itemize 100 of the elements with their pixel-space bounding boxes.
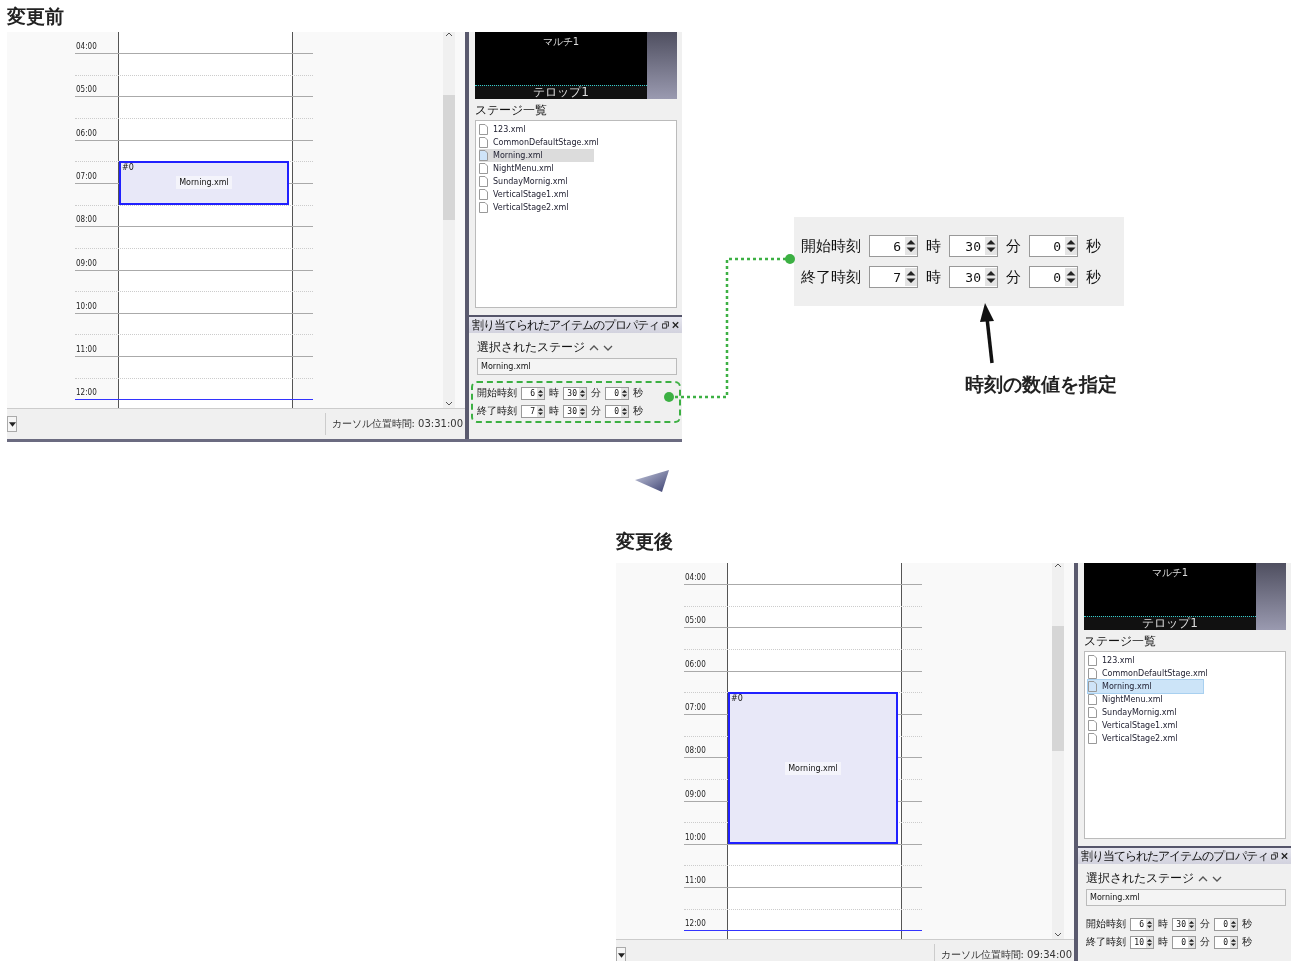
list-title: ステージ一覧 bbox=[475, 102, 548, 119]
unit-label: 秒 bbox=[633, 404, 643, 418]
scrollbar-thumb[interactable] bbox=[1052, 626, 1064, 751]
up-down-arrows-icon[interactable] bbox=[905, 237, 917, 255]
up-down-arrows-icon[interactable] bbox=[1230, 918, 1237, 930]
time-label: 05:00 bbox=[76, 85, 97, 96]
up-down-arrows-icon[interactable] bbox=[1065, 237, 1077, 255]
number-spinner[interactable]: 0 bbox=[605, 386, 629, 400]
number-spinner[interactable]: 7 bbox=[869, 266, 918, 288]
up-down-arrows-icon[interactable] bbox=[537, 387, 544, 399]
time-label: 06:00 bbox=[76, 128, 97, 139]
scrollbar[interactable] bbox=[443, 32, 455, 408]
list-item[interactable]: Morning.xml bbox=[1088, 680, 1203, 693]
up-down-arrows-icon[interactable] bbox=[1188, 918, 1195, 930]
scrollbar[interactable] bbox=[1052, 563, 1064, 939]
list-item[interactable]: VerticalStage2.xml bbox=[1088, 732, 1203, 745]
number-spinner[interactable]: 0 bbox=[605, 404, 629, 418]
unit-label: 時 bbox=[549, 404, 559, 418]
time-label: 11:00 bbox=[76, 345, 97, 356]
up-down-arrows-icon[interactable] bbox=[621, 405, 628, 417]
scroll-up-icon[interactable] bbox=[445, 32, 453, 37]
section-heading: 変更後 bbox=[616, 529, 673, 554]
number-spinner[interactable]: 6 bbox=[1130, 917, 1154, 931]
section-heading: 変更前 bbox=[7, 4, 64, 29]
number-spinner[interactable]: 30 bbox=[563, 404, 587, 418]
event-block[interactable]: #0 Morning.xml bbox=[728, 692, 898, 844]
list-item[interactable]: Morning.xml bbox=[479, 149, 594, 162]
up-down-arrows-icon[interactable] bbox=[579, 387, 586, 399]
file-icon bbox=[479, 150, 488, 161]
number-spinner[interactable]: 30 bbox=[563, 386, 587, 400]
preview-label: テロップ1 bbox=[1084, 616, 1256, 630]
number-spinner[interactable]: 10 bbox=[1130, 935, 1154, 949]
number-spinner[interactable]: 0 bbox=[1029, 266, 1078, 288]
up-down-arrows-icon[interactable] bbox=[1230, 936, 1237, 948]
list-item[interactable]: VerticalStage1.xml bbox=[1088, 719, 1203, 732]
file-icon bbox=[479, 137, 488, 148]
dropdown-button[interactable] bbox=[616, 947, 626, 961]
list-item[interactable]: NightMenu.xml bbox=[479, 162, 594, 175]
number-spinner[interactable]: 7 bbox=[521, 404, 545, 418]
list-item[interactable]: VerticalStage2.xml bbox=[479, 201, 594, 214]
chevron-down-icon[interactable] bbox=[603, 344, 613, 351]
list-item[interactable]: VerticalStage1.xml bbox=[479, 188, 594, 201]
stage-field[interactable]: Morning.xml bbox=[477, 358, 677, 375]
unit-label: 秒 bbox=[1086, 236, 1101, 256]
event-label: Morning.xml bbox=[176, 176, 232, 190]
time-label: 06:00 bbox=[685, 659, 706, 670]
restore-icon[interactable] bbox=[1271, 852, 1278, 860]
restore-icon[interactable] bbox=[662, 321, 669, 329]
file-icon bbox=[1088, 694, 1097, 705]
up-down-arrows-icon[interactable] bbox=[1146, 918, 1153, 930]
up-down-arrows-icon[interactable] bbox=[1146, 936, 1153, 948]
preview-label: テロップ1 bbox=[475, 85, 647, 99]
list-item[interactable]: NightMenu.xml bbox=[1088, 693, 1203, 706]
list-item[interactable]: 123.xml bbox=[1088, 654, 1203, 667]
time-label: 10:00 bbox=[685, 832, 706, 843]
event-block[interactable]: #0 Morning.xml bbox=[119, 161, 289, 205]
up-down-arrows-icon[interactable] bbox=[537, 405, 544, 417]
number-spinner[interactable]: 30 bbox=[1172, 917, 1196, 931]
file-icon bbox=[1088, 668, 1097, 679]
up-down-arrows-icon[interactable] bbox=[985, 237, 997, 255]
field-label: 選択されたステージ bbox=[1086, 870, 1194, 887]
unit-label: 分 bbox=[1200, 935, 1210, 949]
list-item[interactable]: 123.xml bbox=[479, 123, 594, 136]
scroll-down-icon[interactable] bbox=[445, 401, 453, 406]
scroll-up-icon[interactable] bbox=[1054, 563, 1062, 568]
up-down-arrows-icon[interactable] bbox=[905, 268, 917, 286]
chevron-up-icon[interactable] bbox=[589, 344, 599, 351]
number-spinner[interactable]: 0 bbox=[1029, 235, 1078, 257]
unit-label: 時 bbox=[1158, 917, 1168, 931]
preview-margin bbox=[1256, 563, 1286, 630]
field-label: 開始時刻 bbox=[1086, 917, 1126, 931]
preview-margin bbox=[647, 32, 677, 99]
up-down-arrows-icon[interactable] bbox=[621, 387, 628, 399]
number-spinner[interactable]: 0 bbox=[1214, 935, 1238, 949]
number-spinner[interactable]: 30 bbox=[949, 235, 998, 257]
list-item[interactable]: SundayMornig.xml bbox=[1088, 706, 1203, 719]
number-spinner[interactable]: 0 bbox=[1214, 917, 1238, 931]
scrollbar-thumb[interactable] bbox=[443, 95, 455, 220]
caption: 時刻の数値を指定 bbox=[965, 372, 1117, 397]
close-icon[interactable] bbox=[1281, 852, 1288, 860]
stage-field[interactable]: Morning.xml bbox=[1086, 889, 1286, 906]
number-spinner[interactable]: 30 bbox=[949, 266, 998, 288]
chevron-up-icon[interactable] bbox=[1198, 875, 1208, 882]
up-down-arrows-icon[interactable] bbox=[985, 268, 997, 286]
cursor-time-status: カーソル位置時間: 09:34:00 bbox=[933, 944, 1072, 961]
file-icon bbox=[479, 124, 488, 135]
time-label: 12:00 bbox=[76, 388, 97, 399]
up-down-arrows-icon[interactable] bbox=[579, 405, 586, 417]
number-spinner[interactable]: 0 bbox=[1172, 935, 1196, 949]
close-icon[interactable] bbox=[672, 321, 679, 329]
time-label: 04:00 bbox=[685, 573, 706, 583]
number-spinner[interactable]: 6 bbox=[869, 235, 918, 257]
up-down-arrows-icon[interactable] bbox=[1188, 936, 1195, 948]
file-icon bbox=[479, 202, 488, 213]
up-down-arrows-icon[interactable] bbox=[1065, 268, 1077, 286]
scroll-down-icon[interactable] bbox=[1054, 932, 1062, 937]
chevron-down-icon[interactable] bbox=[1212, 875, 1222, 882]
dropdown-button[interactable] bbox=[7, 416, 17, 432]
number-spinner[interactable]: 6 bbox=[521, 386, 545, 400]
list-item[interactable]: SundayMornig.xml bbox=[479, 175, 594, 188]
